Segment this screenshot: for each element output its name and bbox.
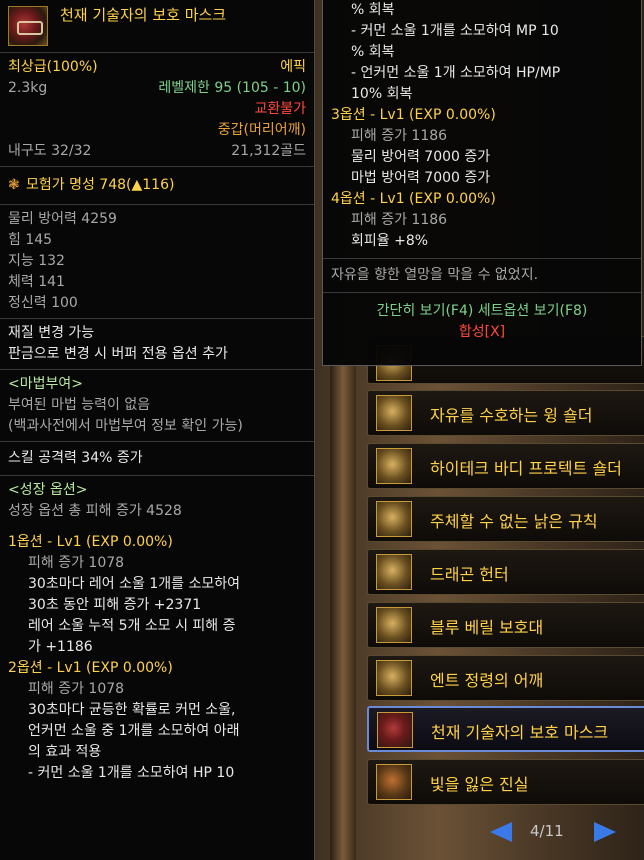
option-line: 레어 소울 누적 5개 소모 시 피해 증 [28, 618, 236, 634]
list-item-label: 빛을 잃은 진실 [430, 775, 529, 794]
growth-total: 성장 옵션 총 피해 증가 4528 [8, 503, 182, 519]
list-item[interactable]: 주체할 수 없는 낡은 규칙 [367, 496, 644, 542]
option-line: 가 +1186 [28, 639, 93, 655]
list-item-label: 블루 베릴 보호대 [430, 618, 544, 637]
material-line: 판금으로 변경 시 버퍼 전용 옵션 추가 [8, 346, 228, 362]
option2-title: 2옵션 - Lv1 (EXP 0.00%) [8, 660, 173, 676]
durability: 내구도 32/32 [8, 143, 92, 159]
background-pillar [330, 360, 356, 860]
list-item[interactable]: 엔트 정령의 어깨 [367, 655, 644, 701]
page-indicator: 4/11 [530, 822, 564, 840]
stat-line: 정신력 100 [8, 295, 78, 311]
item-icon [376, 764, 412, 800]
option-line: 회피율 +8% [351, 233, 429, 249]
option4-damage: 피해 증가 1186 [351, 212, 448, 228]
stat-line: 체력 141 [8, 274, 65, 290]
item-icon [376, 395, 412, 431]
pager: 4/11 [490, 818, 620, 846]
list-item[interactable]: 블루 베릴 보호대 [367, 602, 644, 648]
option-line: 의 효과 적용 [28, 744, 102, 760]
trade-status: 교환불가 [254, 101, 306, 117]
option1-damage: 피해 증가 1078 [28, 555, 125, 571]
fame-icon: ❃ [8, 177, 20, 193]
item-name: 천재 기술자의 보호 마스크 [60, 6, 227, 24]
option-line: - 언커먼 소울 1개 소모하여 HP/MP [351, 65, 561, 81]
option-line: 10% 회복 [351, 86, 413, 102]
view-options-hint: 간단히 보기(F4) 세트옵션 보기(F8) [376, 303, 588, 319]
list-item-label: 자유를 수호하는 윙 숄더 [430, 406, 593, 425]
list-item-label: 드래곤 헌터 [430, 565, 509, 584]
option3-damage: 피해 증가 1186 [351, 128, 448, 144]
list-item-label: 주체할 수 없는 낡은 규칙 [430, 512, 598, 531]
option-line: 30초마다 레어 소울 1개를 소모하여 [28, 576, 240, 592]
item-icon [377, 712, 413, 748]
list-item[interactable]: 하이테크 바디 프로텍트 숄더 [367, 443, 644, 489]
item-rarity: 에픽 [280, 59, 306, 75]
stat-line: 힘 145 [8, 232, 53, 248]
option-line: - 커먼 소울 1개를 소모하여 MP 10 [351, 23, 559, 39]
item-thumbnail-icon [8, 6, 48, 46]
enchant-title: <마법부여> [8, 376, 83, 392]
next-page-arrow-icon[interactable] [594, 822, 616, 842]
option-line: % 회복 [351, 44, 395, 60]
list-item[interactable]: 빛을 잃은 진실 [367, 759, 644, 805]
item-icon [376, 448, 412, 484]
prev-page-arrow-icon[interactable] [490, 822, 512, 842]
list-item-label: 천재 기술자의 보호 마스크 [431, 723, 609, 742]
option-line: 30초 동안 피해 증가 +2371 [28, 597, 202, 613]
option1-title: 1옵션 - Lv1 (EXP 0.00%) [8, 534, 173, 550]
list-item-label: 하이테크 바디 프로텍트 숄더 [430, 459, 622, 478]
list-item-selected[interactable]: 천재 기술자의 보호 마스크 [367, 706, 644, 752]
item-slot: 중갑(머리어깨) [217, 122, 306, 138]
item-weight: 2.3kg [8, 80, 48, 96]
list-item-label: 엔트 정령의 어깨 [430, 671, 544, 690]
item-grade: 최상급(100%) [8, 59, 98, 75]
list-item[interactable]: 자유를 수호하는 윙 숄더 [367, 390, 644, 436]
option-line: 30초마다 균등한 확률로 커먼 소울, [28, 702, 236, 718]
item-icon [376, 501, 412, 537]
option-line: % 회복 [351, 2, 395, 18]
skill-attack: 스킬 공격력 34% 증가 [8, 450, 143, 466]
stat-line: 지능 132 [8, 253, 65, 269]
adventurer-fame: 모험가 명성 748(▲116) [26, 177, 175, 193]
sell-price: 21,312골드 [231, 143, 306, 159]
enchant-line: (백과사전에서 마법부여 정보 확인 가능) [8, 418, 243, 434]
item-tooltip-continued: % 회복 - 커먼 소울 1개를 소모하여 MP 10 % 회복 - 언커먼 소… [322, 0, 642, 366]
growth-title: <성장 옵션> [8, 482, 88, 498]
level-limit: 레벨제한 95 (105 - 10) [158, 80, 306, 96]
item-icon [376, 554, 412, 590]
option3-title: 3옵션 - Lv1 (EXP 0.00%) [331, 107, 496, 123]
list-item[interactable]: 드래곤 헌터 [367, 549, 644, 595]
option2-damage: 피해 증가 1078 [28, 681, 125, 697]
enchant-line: 부여된 마법 능력이 없음 [8, 397, 151, 413]
option-line: - 커먼 소울 1개를 소모하여 HP 10 [28, 765, 235, 781]
material-line: 재질 변경 가능 [8, 325, 95, 341]
option-line: 마법 방어력 7000 증가 [351, 170, 491, 186]
stat-line: 물리 방어력 4259 [8, 211, 117, 227]
item-icon [376, 607, 412, 643]
option-line: 언커먼 소울 중 1개를 소모하여 아래 [28, 723, 240, 739]
option-line: 물리 방어력 7000 증가 [351, 149, 491, 165]
item-icon [376, 660, 412, 696]
flavor-text: 자유을 향한 열망을 막을 수 없었지. [331, 267, 539, 283]
option4-title: 4옵션 - Lv1 (EXP 0.00%) [331, 191, 496, 207]
synthesis-hint: 합성[X] [458, 324, 506, 340]
item-tooltip: 천재 기술자의 보호 마스크 최상급(100%) 에픽 2.3kg 레벨제한 95 … [0, 0, 315, 860]
